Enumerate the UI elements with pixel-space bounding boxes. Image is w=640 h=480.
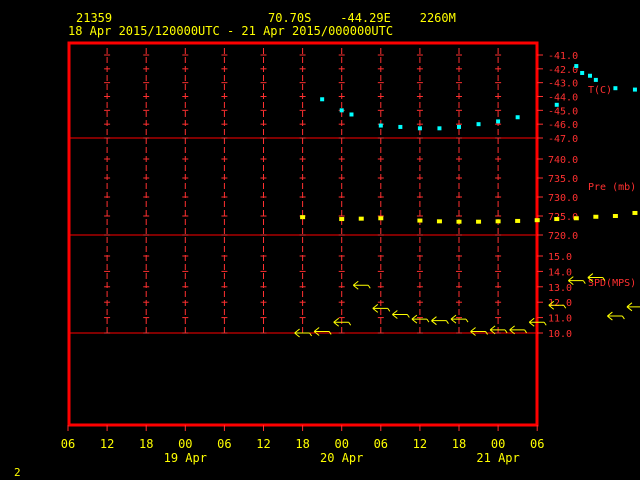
pressure-point: [593, 214, 599, 219]
x-tick-label: 12: [256, 437, 270, 451]
pressure-point: [612, 214, 618, 218]
temperature-point: [515, 115, 520, 120]
pressure-point: [300, 215, 306, 220]
pressure-point: [632, 210, 638, 215]
x-date-label: 21 Apr: [476, 451, 519, 465]
pressure-point: [378, 216, 384, 221]
pressure-point: [495, 219, 501, 224]
temperature-point: [613, 86, 618, 91]
x-tick-label: 00: [491, 437, 505, 451]
x-tick-label: 06: [61, 437, 75, 451]
temperature-point: [574, 64, 579, 69]
x-tick-label: 00: [178, 437, 192, 451]
y-tick-label: -44.0: [548, 93, 578, 104]
y-tick-label: -45.0: [548, 106, 578, 117]
pressure-point: [534, 218, 540, 223]
y-tick-label: 740.0: [548, 155, 578, 166]
temperature-point: [554, 102, 559, 107]
pressure-point: [436, 219, 442, 224]
y-axis-label: Pre (mb): [588, 182, 636, 193]
wind-barb: [392, 310, 410, 319]
temperature-point: [437, 126, 442, 131]
x-tick-label: 12: [413, 437, 427, 451]
y-tick-label: 11.0: [548, 314, 572, 325]
page-number: 2: [14, 466, 21, 479]
temperature-point: [339, 108, 344, 113]
temperature-point: [593, 77, 598, 82]
temperature-point: [632, 87, 637, 92]
x-tick-label: 18: [139, 437, 153, 451]
temperature-point: [417, 126, 422, 131]
temperature-point: [349, 112, 354, 117]
y-tick-label: 10.0: [548, 329, 572, 340]
y-tick-label: -47.0: [548, 134, 578, 145]
x-tick-label: 18: [295, 437, 309, 451]
y-tick-label: 730.0: [548, 193, 578, 204]
pressure-point: [456, 219, 462, 224]
x-date-label: 19 Apr: [164, 451, 207, 465]
temperature-point: [378, 123, 383, 128]
y-tick-label: -41.0: [548, 51, 578, 62]
wind-barb: [607, 311, 625, 321]
x-tick-label: 06: [374, 437, 388, 451]
wind-barb: [313, 327, 332, 336]
wind-barb: [626, 302, 640, 312]
temperature-point: [476, 122, 481, 127]
x-tick-label: 18: [452, 437, 466, 451]
x-date-label: 20 Apr: [320, 451, 363, 465]
y-tick-label: -43.0: [548, 79, 578, 90]
y-tick-label: 15.0: [548, 252, 572, 263]
pressure-point: [554, 217, 560, 222]
pressure-point: [339, 217, 345, 222]
y-tick-label: 720.0: [548, 231, 578, 242]
pressure-point: [476, 219, 482, 224]
y-axis-label: SPD(MPS): [588, 278, 636, 289]
x-tick-label: 06: [217, 437, 231, 451]
temperature-point: [496, 119, 501, 124]
pressure-point: [358, 216, 364, 221]
x-tick-label: 12: [100, 437, 114, 451]
temperature-point: [587, 73, 592, 78]
x-tick-label: 06: [530, 437, 544, 451]
y-axis-label: T(C): [588, 85, 612, 96]
y-tick-label: 13.0: [548, 283, 572, 294]
temperature-point: [398, 124, 403, 129]
temperature-point: [457, 124, 461, 129]
pressure-point: [515, 218, 521, 223]
pressure-point: [573, 216, 579, 221]
y-tick-label: -42.0: [548, 65, 578, 76]
wind-barb: [352, 280, 371, 290]
y-tick-label: -46.0: [548, 120, 578, 131]
temperature-point: [580, 70, 585, 75]
wind-barb: [470, 327, 488, 336]
wind-barb: [431, 316, 449, 326]
y-tick-label: 735.0: [548, 174, 578, 185]
x-tick-label: 00: [334, 437, 348, 451]
y-tick-label: 725.0: [548, 212, 578, 223]
meteogram-chart: -41.0 -42.0 -43.0 -44.0 -45.0 -46.0 -47.0 740.0…: [61, 41, 640, 465]
temperature-point: [320, 97, 325, 102]
y-tick-label: 14.0: [548, 267, 572, 278]
pressure-point: [417, 218, 423, 223]
